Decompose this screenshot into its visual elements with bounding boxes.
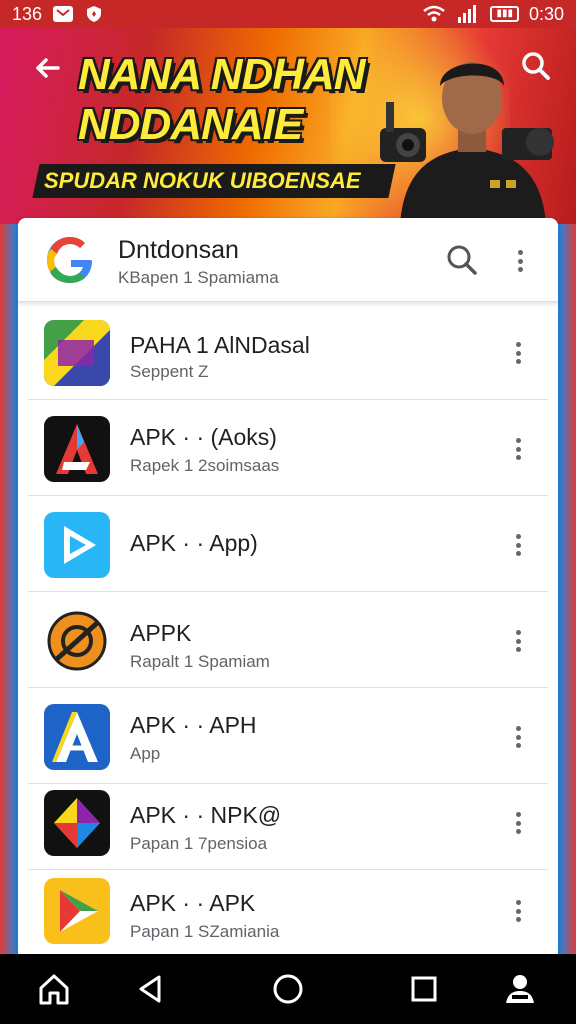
signal-icon [456,5,480,23]
back-icon[interactable] [132,971,168,1007]
back-arrow-icon[interactable] [30,50,66,86]
app-subtitle: Papan 1 SZamiania [130,922,280,941]
google-logo-icon [47,237,92,283]
app-subtitle: Rapalt 1 Spamiam [130,652,270,671]
app-list-card: Dntdonsan KBapen 1 Spamiama PAHA 1 AlNDa… [18,218,558,960]
person-icon[interactable] [502,971,538,1007]
promo-banner[interactable]: NANA NDHAN NDDANAIE SPUDAR NOKUK UIBOENS… [0,28,576,224]
list-item[interactable]: PAHA 1 AlNDasal Seppent Z [28,304,548,400]
status-time-right: 0:30 [528,3,564,24]
status-right: ▮▮▮ 0:30 [422,4,564,25]
header-title: Dntdonsan [118,236,239,264]
play-icon [44,512,110,578]
blue-a-icon [44,704,110,770]
banner-subtitle: SPUDAR NOKUK UIBOENSAE [44,168,361,193]
app-title: APK · · (Aoks) [130,424,277,450]
list-item[interactable]: APK · · APK Papan 1 SZamiania [28,862,548,958]
more-options-icon[interactable] [508,626,528,656]
list-header[interactable]: Dntdonsan KBapen 1 Spamiama [18,218,558,302]
navigation-bar [0,954,576,1024]
list-item[interactable]: APK · · App) [28,496,548,592]
app-title: PAHA 1 AlNDasal [130,332,310,358]
battery-icon: ▮▮▮ [490,6,519,22]
app-subtitle: Seppent Z [130,362,209,381]
list-item[interactable]: APK · · NPK@ Papan 1 7pensioa [28,774,548,870]
orange-disc-icon [44,608,110,674]
more-options-icon[interactable] [510,246,530,276]
list-item[interactable]: APPK Rapalt 1 Spamiam [28,592,548,688]
more-options-icon[interactable] [508,338,528,368]
colorful-app-icon [44,320,110,386]
apk-a-icon [44,416,110,482]
app-subtitle: Papan 1 7pensioa [130,834,268,853]
yellow-play-icon [44,878,110,944]
app-title: APK · · APK [130,890,256,916]
status-left: 136 [12,4,104,25]
more-options-icon[interactable] [508,896,528,926]
shield-icon [84,4,104,24]
search-icon[interactable] [518,48,554,84]
search-icon[interactable] [444,242,480,278]
app-title: APK · · APH [130,712,257,738]
status-bar: 136 ▮▮▮ 0:30 [0,0,576,28]
banner-title: NANA NDHAN NDDANAIE [78,50,366,149]
header-subtitle: KBapen 1 Spamiama [118,268,279,287]
app-subtitle: App [130,744,161,763]
circle-home-icon[interactable] [270,971,306,1007]
cube-icon [44,790,110,856]
home-icon[interactable] [36,971,72,1007]
more-options-icon[interactable] [508,722,528,752]
more-options-icon[interactable] [508,434,528,464]
app-title: APK · · NPK@ [130,802,282,828]
recents-icon[interactable] [406,971,442,1007]
list-item[interactable]: APK · · APH App [28,688,548,784]
more-options-icon[interactable] [508,530,528,560]
more-options-icon[interactable] [508,808,528,838]
app-title: APPK [130,620,192,646]
list-item[interactable]: APK · · (Aoks) Rapek 1 2soimsaas [28,400,548,496]
mail-icon [52,5,74,23]
app-title: APK · · App) [130,530,258,556]
wifi-icon [422,5,446,23]
app-subtitle: Rapek 1 2soimsaas [130,456,280,475]
status-time-left: 136 [12,3,43,24]
